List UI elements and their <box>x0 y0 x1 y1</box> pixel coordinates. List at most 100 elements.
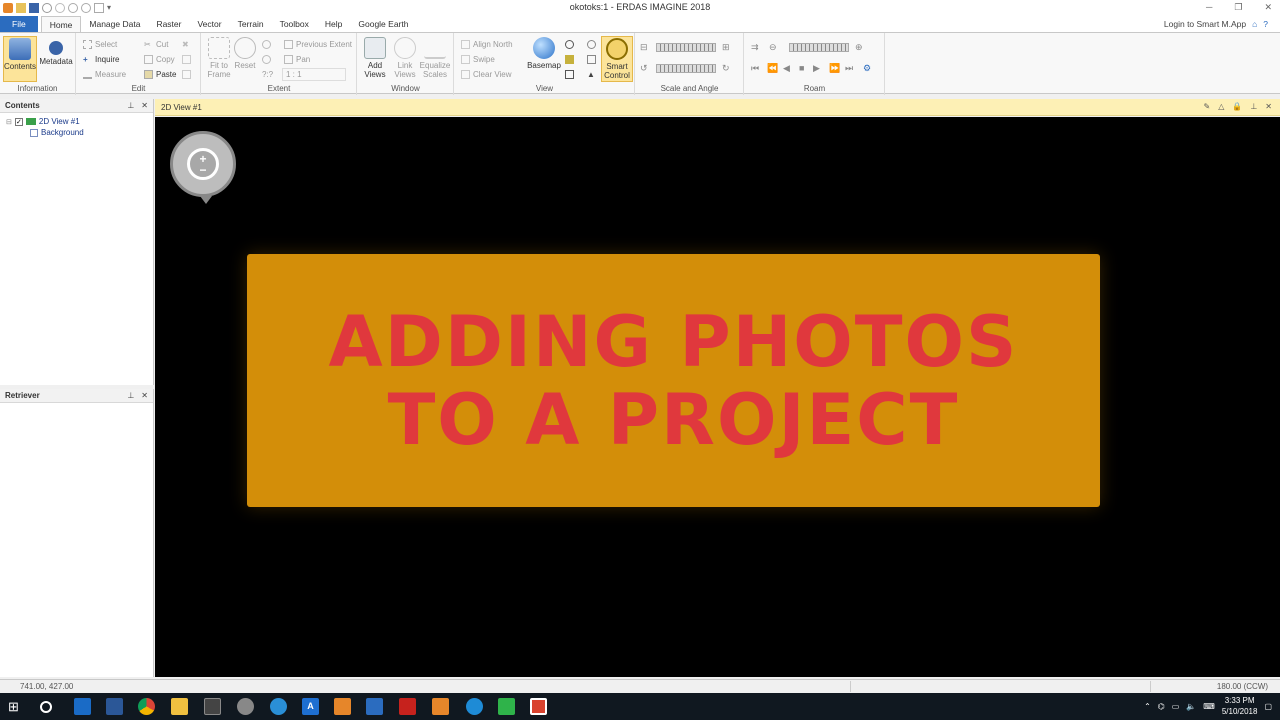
tree-item-2d-view[interactable]: ⊟ ✓ 2D View #1 <box>6 116 147 127</box>
search-icon[interactable] <box>40 701 52 713</box>
network-icon[interactable]: ⌬ <box>1158 702 1165 711</box>
view-lock-icon[interactable]: 🔒 <box>1232 102 1242 111</box>
edge-icon[interactable] <box>466 698 483 715</box>
tab-file[interactable]: File <box>0 16 38 32</box>
metadata-button[interactable]: Metadata <box>39 36 73 82</box>
equalize-scales-button[interactable]: Equalize Scales <box>418 36 452 82</box>
scale-plus-icon[interactable]: ⊞ <box>722 43 731 52</box>
restore-icon[interactable]: ❐ <box>1234 2 1242 13</box>
pin-icon[interactable]: ⊥ <box>127 101 134 110</box>
roam-first-icon[interactable]: ⏮ <box>751 64 760 73</box>
retriever-pin-icon[interactable]: ⊥ <box>127 391 134 400</box>
language-icon[interactable]: ⌨ <box>1203 702 1215 711</box>
calculator-icon[interactable] <box>204 698 221 715</box>
view-zoom-tool[interactable] <box>565 38 574 51</box>
acrobat-icon[interactable] <box>399 698 416 715</box>
align-north-button[interactable]: Align North <box>461 38 513 51</box>
file-explorer-icon[interactable] <box>171 698 188 715</box>
link-views-button[interactable]: Link Views <box>388 36 422 82</box>
close-panel-icon[interactable]: ✕ <box>141 101 148 110</box>
cut-button[interactable]: ✂ Cut <box>144 38 168 51</box>
previous-extent-button[interactable]: Previous Extent <box>284 38 352 51</box>
view-edit-icon[interactable]: ✎ <box>1204 102 1211 111</box>
navigation-widget[interactable]: + − <box>170 131 236 204</box>
notification-icon[interactable]: ▢ <box>1264 702 1272 711</box>
tab-raster[interactable]: Raster <box>148 16 189 32</box>
camtasia-icon[interactable] <box>498 698 515 715</box>
tab-manage-data[interactable]: Manage Data <box>81 16 148 32</box>
outlook-icon[interactable] <box>74 698 91 715</box>
measure-button[interactable]: Measure <box>83 68 126 81</box>
select-button[interactable]: Select <box>83 38 117 51</box>
zoom-control[interactable]: + − <box>187 148 219 180</box>
angle-slider[interactable] <box>656 64 716 73</box>
imagine-app-icon-2[interactable] <box>432 698 449 715</box>
tab-toolbox[interactable]: Toolbox <box>272 16 317 32</box>
login-link[interactable]: Login to Smart M.App <box>1164 19 1246 29</box>
smart-control-button[interactable]: Smart Control <box>601 36 633 82</box>
inquire-button[interactable]: + Inquire <box>83 53 119 66</box>
pan-button[interactable]: Pan <box>284 53 310 66</box>
help-question-icon[interactable]: ? <box>1263 19 1268 29</box>
layer-tool[interactable] <box>565 53 574 66</box>
roam-forward-icon[interactable]: ⏩ <box>829 64 840 73</box>
clear-edit-button[interactable] <box>182 68 191 81</box>
windows-start-icon[interactable]: ⊞ <box>8 698 25 715</box>
scale-ratio-select[interactable]: 1 : 1 <box>282 68 346 81</box>
paste-button[interactable]: Paste <box>144 68 176 81</box>
rotate-left-icon[interactable]: ↺ <box>640 64 649 73</box>
rotate-right-icon[interactable]: ↻ <box>722 64 731 73</box>
view-options-tool[interactable] <box>587 38 596 51</box>
roam-path-icon[interactable]: ⇉ <box>751 43 760 52</box>
view-tab-title[interactable]: 2D View #1 <box>161 103 202 112</box>
basemap-button[interactable]: Basemap <box>527 36 561 82</box>
delete-button[interactable]: ✖ <box>182 38 191 51</box>
magnifier-app-icon[interactable] <box>270 698 287 715</box>
cad-app-icon[interactable] <box>366 698 383 715</box>
globe-app-icon[interactable] <box>237 698 254 715</box>
help-icon[interactable]: ⌂ <box>1252 19 1257 29</box>
map-canvas[interactable]: + − Adding Photos to a Project <box>155 117 1280 677</box>
zoom-in-tool[interactable] <box>262 38 271 51</box>
retriever-close-icon[interactable]: ✕ <box>141 391 148 400</box>
view-pin-icon[interactable]: ⊥ <box>1250 102 1257 111</box>
tab-google-earth[interactable]: Google Earth <box>350 16 416 32</box>
color-tool[interactable] <box>565 68 574 81</box>
background-swatch-icon[interactable] <box>30 128 38 137</box>
swipe-button[interactable]: Swipe <box>461 53 495 66</box>
roam-back-icon[interactable]: ⏪ <box>767 64 778 73</box>
roam-last-icon[interactable]: ⏭ <box>845 64 854 73</box>
tab-terrain[interactable]: Terrain <box>230 16 272 32</box>
roam-play-icon[interactable]: ▶ <box>813 64 822 73</box>
undo-edit-button[interactable] <box>182 53 191 66</box>
north-arrow-tool[interactable]: ▲ <box>587 68 596 81</box>
zoom-out-tool[interactable] <box>262 53 271 66</box>
add-views-button[interactable]: Add Views <box>358 36 392 82</box>
roam-stop-icon[interactable]: ■ <box>799 64 808 73</box>
battery-icon[interactable]: ▭ <box>1172 702 1180 711</box>
imagine-app-icon[interactable] <box>334 698 351 715</box>
view-close-icon[interactable]: ✕ <box>1265 102 1272 111</box>
scale-slider[interactable] <box>656 43 716 52</box>
roam-prev-icon[interactable]: ◀ <box>783 64 792 73</box>
contents-button[interactable]: Contents <box>3 36 37 82</box>
view-warning-icon[interactable]: △ <box>1218 102 1224 111</box>
tray-chevron-icon[interactable]: ⌃ <box>1144 702 1151 711</box>
volume-icon[interactable]: 🔈 <box>1186 702 1196 711</box>
clock[interactable]: 3:33 PM 5/10/2018 <box>1222 695 1258 717</box>
camtasia-recorder-icon[interactable] <box>530 698 547 715</box>
view-checkbox[interactable]: ✓ <box>14 117 23 126</box>
text-app-icon[interactable]: A <box>302 698 319 715</box>
tab-home[interactable]: Home <box>40 16 82 32</box>
roam-speed-slider[interactable] <box>789 43 849 52</box>
chrome-icon[interactable] <box>138 698 155 715</box>
view-frame-tool[interactable] <box>587 53 596 66</box>
roam-zoom-icon[interactable]: ⊖ <box>769 43 778 52</box>
collapse-icon[interactable]: ⊟ <box>6 118 12 126</box>
tab-vector[interactable]: Vector <box>189 16 229 32</box>
scale-minus-icon[interactable]: ⊟ <box>640 43 649 52</box>
minimize-icon[interactable]: ─ <box>1206 2 1212 13</box>
reset-button[interactable]: Reset <box>228 36 262 82</box>
word-icon[interactable] <box>106 698 123 715</box>
roam-options-icon[interactable]: ⚙ <box>863 64 872 73</box>
